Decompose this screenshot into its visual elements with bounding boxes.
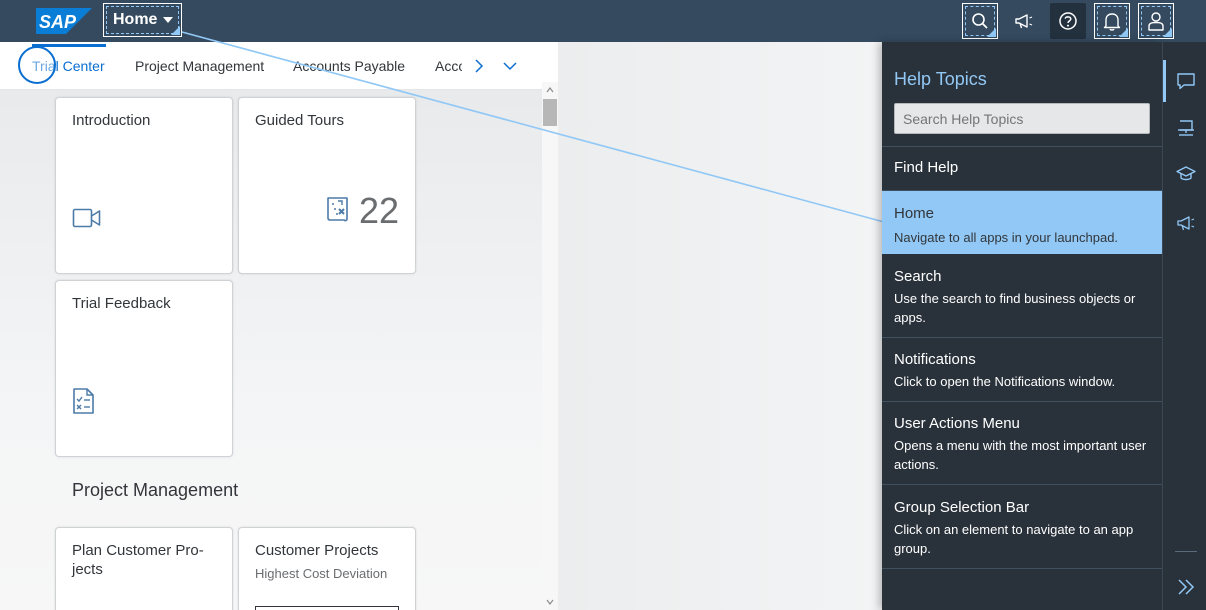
tab-truncated[interactable]: Acco bbox=[435, 58, 462, 74]
rail-divider bbox=[1175, 551, 1197, 552]
video-camera-icon bbox=[72, 208, 101, 228]
rail-active-indicator bbox=[1163, 60, 1166, 102]
home-menu-button[interactable]: Home bbox=[103, 3, 182, 37]
help-item-description: Click to open the Notifications window. bbox=[894, 374, 1116, 389]
help-item-group-selection-bar[interactable]: Group Selection Bar Click on an element … bbox=[882, 485, 1162, 568]
scrollbar-thumb[interactable] bbox=[543, 99, 557, 126]
page-background bbox=[558, 42, 882, 610]
tile-subtitle: Highest Cost Deviation bbox=[255, 566, 388, 581]
help-panel-title: Help Topics bbox=[894, 69, 987, 89]
graduation-cap-icon[interactable] bbox=[1176, 164, 1196, 184]
help-item-description: Click on an element to navigate to an ap… bbox=[894, 522, 1134, 556]
whats-new-button[interactable] bbox=[1006, 3, 1042, 39]
tile-title: Introduction bbox=[72, 112, 151, 129]
tile-customer-projects[interactable]: Customer Projects Highest Cost Deviation bbox=[238, 527, 416, 610]
survey-icon bbox=[73, 388, 94, 414]
tile-plan-customer-projects[interactable]: Plan Customer Pro-jects bbox=[55, 527, 233, 610]
tile-trial-feedback[interactable]: Trial Feedback bbox=[55, 280, 233, 457]
tile-title: Plan Customer Pro-jects bbox=[72, 542, 204, 578]
group-selection-bar: Trial Center Project Management Accounts… bbox=[0, 42, 558, 90]
help-item-search[interactable]: Search Use the search to find business o… bbox=[882, 254, 1162, 337]
focus-corner-marker bbox=[171, 26, 180, 35]
help-item-description: Navigate to all apps in your launchpad. bbox=[894, 230, 1119, 245]
search-button[interactable] bbox=[962, 3, 998, 39]
help-search-input[interactable] bbox=[894, 103, 1150, 134]
logo-text: SAP bbox=[39, 12, 77, 32]
tile-title: Guided Tours bbox=[255, 112, 344, 129]
find-help-heading: Find Help bbox=[894, 159, 959, 176]
focus-corner-marker bbox=[1119, 28, 1128, 37]
tile-count: 22 bbox=[358, 190, 399, 231]
shell-bar: SAP Home bbox=[0, 0, 1206, 42]
tour-focus-ring bbox=[18, 46, 56, 84]
notifications-button[interactable] bbox=[1094, 3, 1130, 39]
tile-title: Trial Feedback bbox=[72, 295, 171, 312]
scroll-up-icon[interactable] bbox=[545, 85, 555, 95]
tile-introduction[interactable]: Introduction bbox=[55, 97, 233, 274]
megaphone-icon bbox=[1015, 14, 1033, 29]
double-chevron-right-icon[interactable] bbox=[1176, 577, 1196, 597]
help-side-rail bbox=[1162, 42, 1206, 610]
help-item-title: Notifications bbox=[894, 351, 976, 368]
chat-icon[interactable] bbox=[1176, 71, 1196, 91]
caret-down-icon bbox=[163, 17, 174, 23]
help-item-user-actions-menu[interactable]: User Actions Menu Opens a menu with the … bbox=[882, 402, 1162, 484]
tile-title: Customer Projects bbox=[255, 542, 379, 559]
tile-chart bbox=[255, 606, 399, 610]
tab-project-management[interactable]: Project Management bbox=[135, 58, 264, 74]
help-topics-panel: Help Topics Find Help Home Navigate to a… bbox=[882, 42, 1162, 610]
help-item-home[interactable]: Home Navigate to all apps in your launch… bbox=[882, 191, 1162, 254]
scroll-down-icon[interactable] bbox=[545, 597, 555, 607]
tile-guided-tours[interactable]: Guided Tours 22 bbox=[238, 97, 416, 274]
help-item-title: User Actions Menu bbox=[894, 415, 1020, 432]
divider bbox=[882, 146, 1162, 147]
treasure-map-icon bbox=[327, 197, 348, 222]
sap-logo[interactable]: SAP bbox=[36, 8, 92, 34]
help-icon bbox=[1059, 12, 1077, 30]
help-item-title: Search bbox=[894, 268, 942, 285]
help-item-notifications[interactable]: Notifications Click to open the Notifica… bbox=[882, 338, 1162, 401]
focus-corner-marker bbox=[987, 28, 996, 37]
presentation-icon[interactable] bbox=[1176, 118, 1196, 138]
help-item-title: Home bbox=[894, 205, 935, 222]
help-item-description: Use the search to find business objects … bbox=[894, 291, 1136, 325]
divider bbox=[882, 568, 1162, 569]
chevron-down-icon[interactable] bbox=[501, 57, 519, 75]
help-item-description: Opens a menu with the most important use… bbox=[894, 438, 1147, 472]
home-menu-label: Home bbox=[113, 11, 158, 28]
megaphone-icon[interactable] bbox=[1176, 213, 1196, 233]
group-title-project-management: Project Management bbox=[72, 480, 239, 500]
focus-corner-marker bbox=[1163, 28, 1172, 37]
content-scrollbar[interactable] bbox=[542, 82, 558, 610]
user-actions-button[interactable] bbox=[1138, 3, 1174, 39]
chevron-right-icon[interactable] bbox=[470, 57, 488, 75]
help-item-title: Group Selection Bar bbox=[894, 499, 1030, 516]
help-button[interactable] bbox=[1050, 3, 1086, 39]
tab-accounts-payable[interactable]: Accounts Payable bbox=[293, 58, 405, 74]
